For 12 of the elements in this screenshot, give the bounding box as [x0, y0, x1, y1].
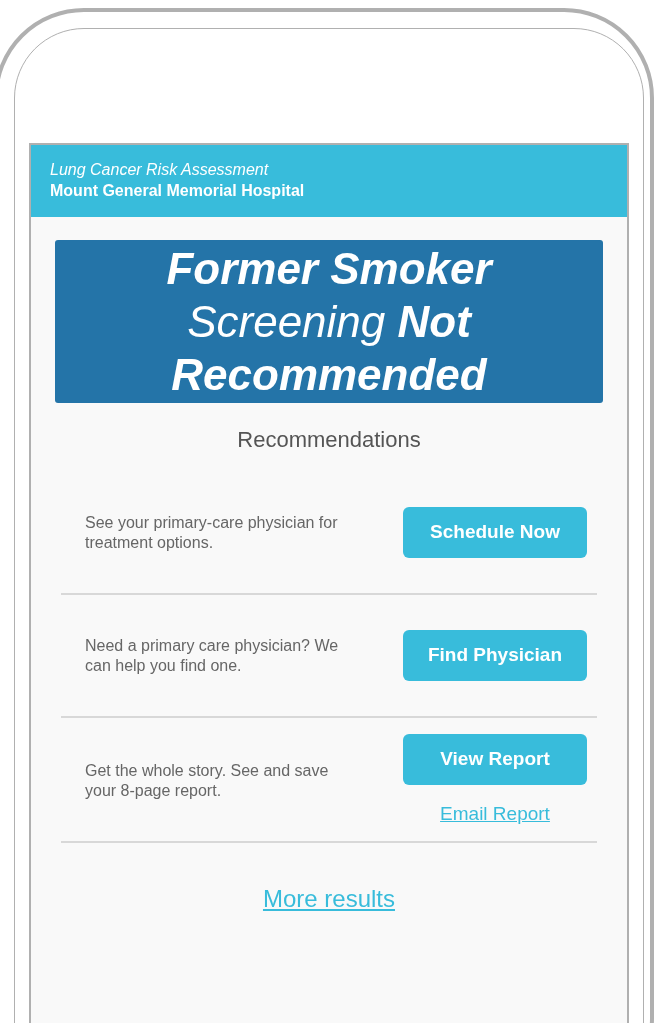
email-report-link[interactable]: Email Report: [440, 800, 550, 829]
action-button[interactable]: Schedule Now: [403, 507, 587, 558]
action-button[interactable]: Find Physician: [403, 630, 587, 681]
action-button[interactable]: View Report: [403, 734, 587, 785]
recommendation-text: See your primary-care physician for treatment options.: [85, 512, 339, 553]
result-text: Former Smoker Screening Not Recommended: [165, 243, 495, 401]
hospital-name: Mount General Memorial Hospital: [50, 181, 306, 201]
section-title: Recommendations: [237, 426, 421, 454]
recommendation-text: Need a primary care physician? We can help you find one.: [85, 635, 340, 676]
recommendation-text: Get the whole story. See and save your 8-page report.: [85, 761, 330, 802]
more-results-link[interactable]: More results: [262, 880, 395, 917]
app-title: Lung Cancer Risk Assessment: [50, 160, 270, 180]
